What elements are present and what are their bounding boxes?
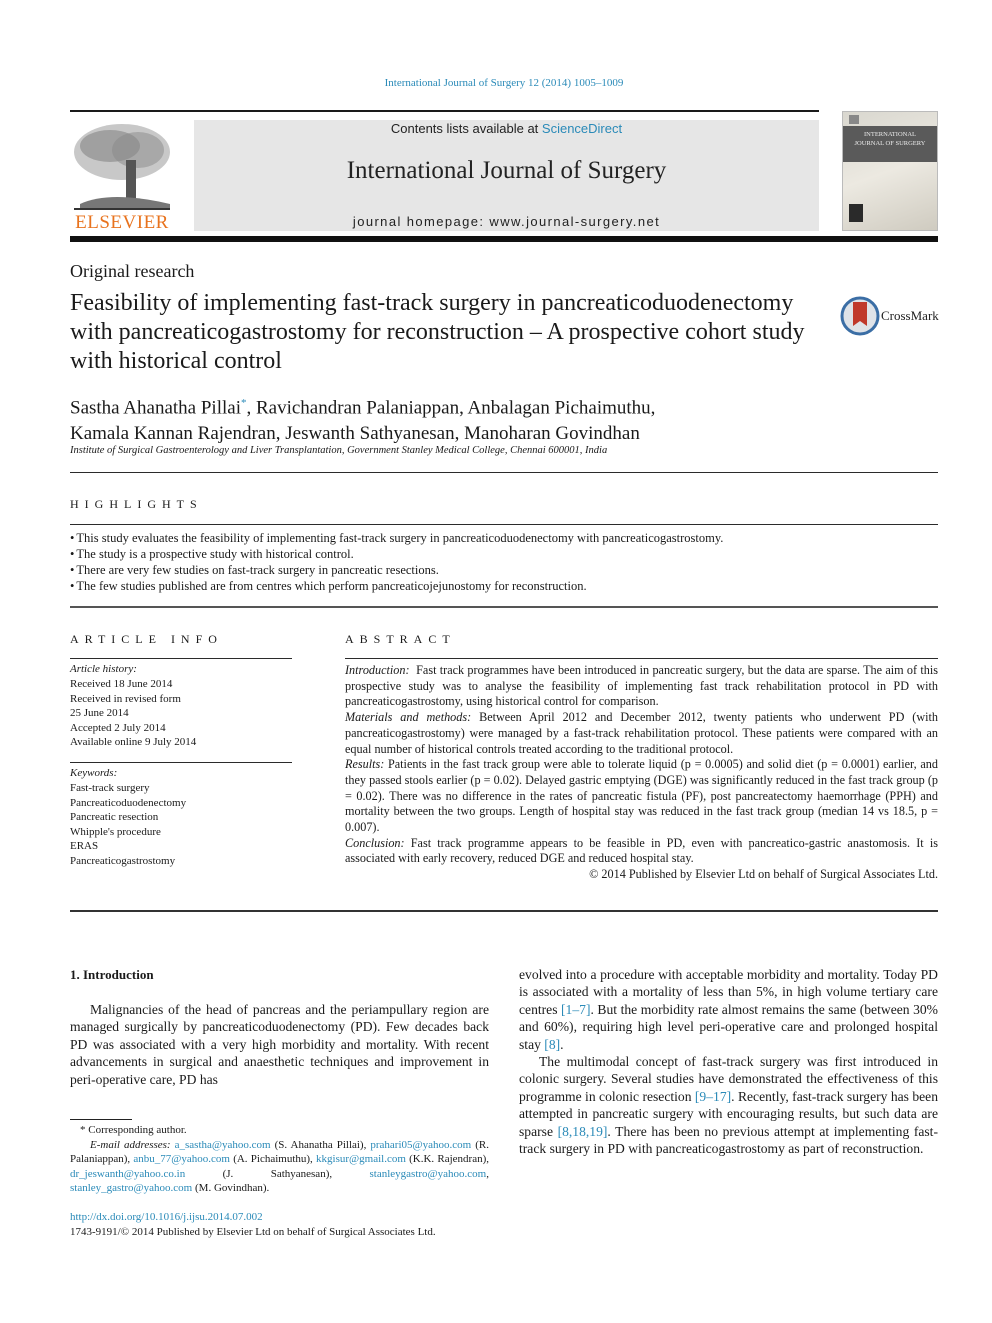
email-link[interactable]: kkgisur@gmail.com bbox=[316, 1153, 406, 1165]
journal-homepage[interactable]: journal homepage: www.journal-surgery.ne… bbox=[194, 214, 819, 229]
sciencedirect-link[interactable]: ScienceDirect bbox=[542, 121, 622, 136]
elsevier-wordmark: ELSEVIER bbox=[75, 212, 169, 233]
email-link[interactable]: anbu_77@yahoo.com bbox=[133, 1153, 230, 1165]
section-heading-introduction: 1. Introduction bbox=[70, 967, 154, 982]
keyword-item: Pancreatic resection bbox=[70, 811, 159, 823]
email-owner: (M. Govindhan). bbox=[192, 1182, 270, 1194]
author-list: Sastha Ahanatha Pillai*, Ravichandran Pa… bbox=[70, 390, 830, 447]
paragraph: Malignancies of the head of pancreas and… bbox=[70, 1002, 489, 1087]
body-column-left: Malignancies of the head of pancreas and… bbox=[70, 1001, 489, 1088]
citation-link[interactable]: [8] bbox=[544, 1037, 560, 1052]
history-item: Received in revised form bbox=[70, 692, 181, 705]
issn-copyright: 1743-9191/© 2014 Published by Elsevier L… bbox=[70, 1226, 436, 1238]
divider bbox=[70, 524, 938, 525]
keyword-item: Fast-track surgery bbox=[70, 782, 150, 794]
section-label: Introduction: bbox=[345, 663, 410, 677]
highlight-item: There are very few studies on fast-track… bbox=[70, 562, 938, 578]
contents-line: Contents lists available at ScienceDirec… bbox=[194, 121, 819, 136]
cover-crest-icon bbox=[849, 204, 863, 222]
history-item: Accepted 2 July 2014 bbox=[70, 721, 166, 734]
abstract-body: Introduction: Fast track programmes have… bbox=[345, 663, 938, 883]
abstract-conclusion: Conclusion: Fast track programme appears… bbox=[345, 836, 938, 867]
keyword-item: ERAS bbox=[70, 840, 99, 852]
citation-link[interactable]: [9–17] bbox=[695, 1089, 731, 1104]
article-info-heading: ARTICLE INFO bbox=[70, 632, 223, 646]
crossmark-label[interactable]: CrossMark bbox=[881, 308, 939, 324]
divider bbox=[70, 606, 938, 608]
journal-masthead: Contents lists available at ScienceDirec… bbox=[194, 120, 819, 231]
authors-line1: , Ravichandran Palaniappan, Anbalagan Pi… bbox=[246, 397, 656, 419]
author-corresponding[interactable]: Sastha Ahanatha Pillai bbox=[70, 397, 241, 418]
journal-cover-image: INTERNATIONAL JOURNAL OF SURGERY bbox=[842, 111, 938, 231]
keyword-item: Whipple's procedure bbox=[70, 825, 161, 838]
cover-title-line1: INTERNATIONAL bbox=[864, 131, 916, 138]
highlights-heading: HIGHLIGHTS bbox=[70, 497, 203, 511]
paragraph: evolved into a procedure with acceptable… bbox=[519, 966, 938, 1053]
divider bbox=[70, 910, 938, 912]
email-owner: (S. Ahanatha Pillai), bbox=[270, 1138, 371, 1151]
highlight-item: The few studies published are from centr… bbox=[70, 578, 938, 594]
history-item: Available online 9 July 2014 bbox=[70, 736, 197, 748]
email-owner: (K.K. Rajendran), bbox=[405, 1153, 489, 1165]
email-owner: (J. Sathyanesan), bbox=[185, 1167, 370, 1180]
highlight-item: The study is a prospective study with hi… bbox=[70, 546, 938, 562]
body-column-right: evolved into a procedure with acceptable… bbox=[519, 966, 938, 1157]
crossmark-icon bbox=[840, 296, 880, 336]
divider bbox=[345, 658, 938, 659]
paragraph: The multimodal concept of fast-track sur… bbox=[519, 1053, 938, 1157]
keyword-item: Pancreaticoduodenectomy bbox=[70, 796, 187, 809]
text: . bbox=[560, 1036, 564, 1052]
keywords-list: Fast-track surgery Pancreaticoduodenecto… bbox=[70, 781, 186, 868]
article-history-label: Article history: bbox=[70, 663, 137, 675]
email-link[interactable]: dr_jeswanth@yahoo.co.in bbox=[70, 1168, 185, 1180]
abstract-introduction: Introduction: Fast track programmes have… bbox=[345, 663, 938, 710]
citation-link[interactable]: [1–7] bbox=[561, 1002, 590, 1017]
journal-name: International Journal of Surgery bbox=[346, 157, 667, 184]
header-rule bbox=[70, 110, 819, 112]
keywords-label: Keywords: bbox=[70, 767, 118, 779]
email-owner: , bbox=[486, 1167, 489, 1180]
cover-title-line2: JOURNAL OF SURGERY bbox=[854, 140, 926, 147]
contents-prefix: Contents lists available at bbox=[390, 121, 542, 136]
corresponding-author-note: * Corresponding author. bbox=[80, 1124, 187, 1136]
highlight-item: This study evaluates the feasibility of … bbox=[70, 530, 938, 546]
cover-title-band: INTERNATIONAL JOURNAL OF SURGERY bbox=[843, 126, 937, 162]
history-item: Received 18 June 2014 bbox=[70, 678, 173, 690]
divider bbox=[70, 658, 292, 659]
email-addresses: E-mail addresses: a_sastha@yahoo.com (S.… bbox=[70, 1138, 489, 1196]
abstract-results: Results: Patients in the fast track grou… bbox=[345, 757, 938, 836]
running-head[interactable]: International Journal of Surgery 12 (201… bbox=[0, 77, 992, 89]
section-label: Conclusion: bbox=[345, 835, 405, 850]
citation-link[interactable]: [8,18,19] bbox=[558, 1124, 608, 1139]
footnotes: * Corresponding author. E-mail addresses… bbox=[70, 1123, 489, 1196]
section-text: Fast track programme appears to be feasi… bbox=[345, 835, 938, 866]
history-item: 25 June 2014 bbox=[70, 707, 129, 719]
email-link[interactable]: a_sastha@yahoo.com bbox=[175, 1139, 271, 1151]
section-label: Results: bbox=[345, 757, 385, 772]
section-label: Materials and methods: bbox=[345, 710, 472, 725]
masthead-thick-rule bbox=[70, 236, 938, 242]
article-title: Feasibility of implementing fast-track s… bbox=[70, 290, 805, 374]
divider bbox=[70, 472, 938, 473]
highlights-list: This study evaluates the feasibility of … bbox=[70, 530, 938, 594]
article-type: Original research bbox=[70, 261, 195, 281]
authors-line2: Kamala Kannan Rajendran, Jeswanth Sathya… bbox=[70, 423, 640, 445]
abstract-heading: ABSTRACT bbox=[345, 632, 456, 646]
email-label: E-mail addresses: bbox=[90, 1138, 171, 1151]
email-link[interactable]: stanley_gastro@yahoo.com bbox=[70, 1182, 192, 1194]
affiliation: Institute of Surgical Gastroenterology a… bbox=[70, 445, 608, 456]
section-text: Fast track programmes have been introduc… bbox=[345, 663, 938, 709]
email-link[interactable]: prahari05@yahoo.com bbox=[370, 1139, 471, 1151]
abstract-copyright: © 2014 Published by Elsevier Ltd on beha… bbox=[589, 867, 938, 882]
section-text: Patients in the fast track group were ab… bbox=[345, 757, 938, 835]
footnote-rule bbox=[70, 1119, 132, 1120]
cover-logo-icon bbox=[849, 115, 859, 124]
abstract-methods: Materials and methods: Between April 201… bbox=[345, 710, 938, 757]
article-history-list: Received 18 June 2014 Received in revise… bbox=[70, 677, 196, 750]
email-link[interactable]: stanleygastro@yahoo.com bbox=[370, 1168, 487, 1180]
doi-link[interactable]: http://dx.doi.org/10.1016/j.ijsu.2014.07… bbox=[70, 1211, 263, 1223]
divider bbox=[70, 762, 292, 763]
email-owner: (A. Pichaimuthu), bbox=[229, 1153, 317, 1165]
keyword-item: Pancreaticogastrostomy bbox=[70, 854, 176, 867]
